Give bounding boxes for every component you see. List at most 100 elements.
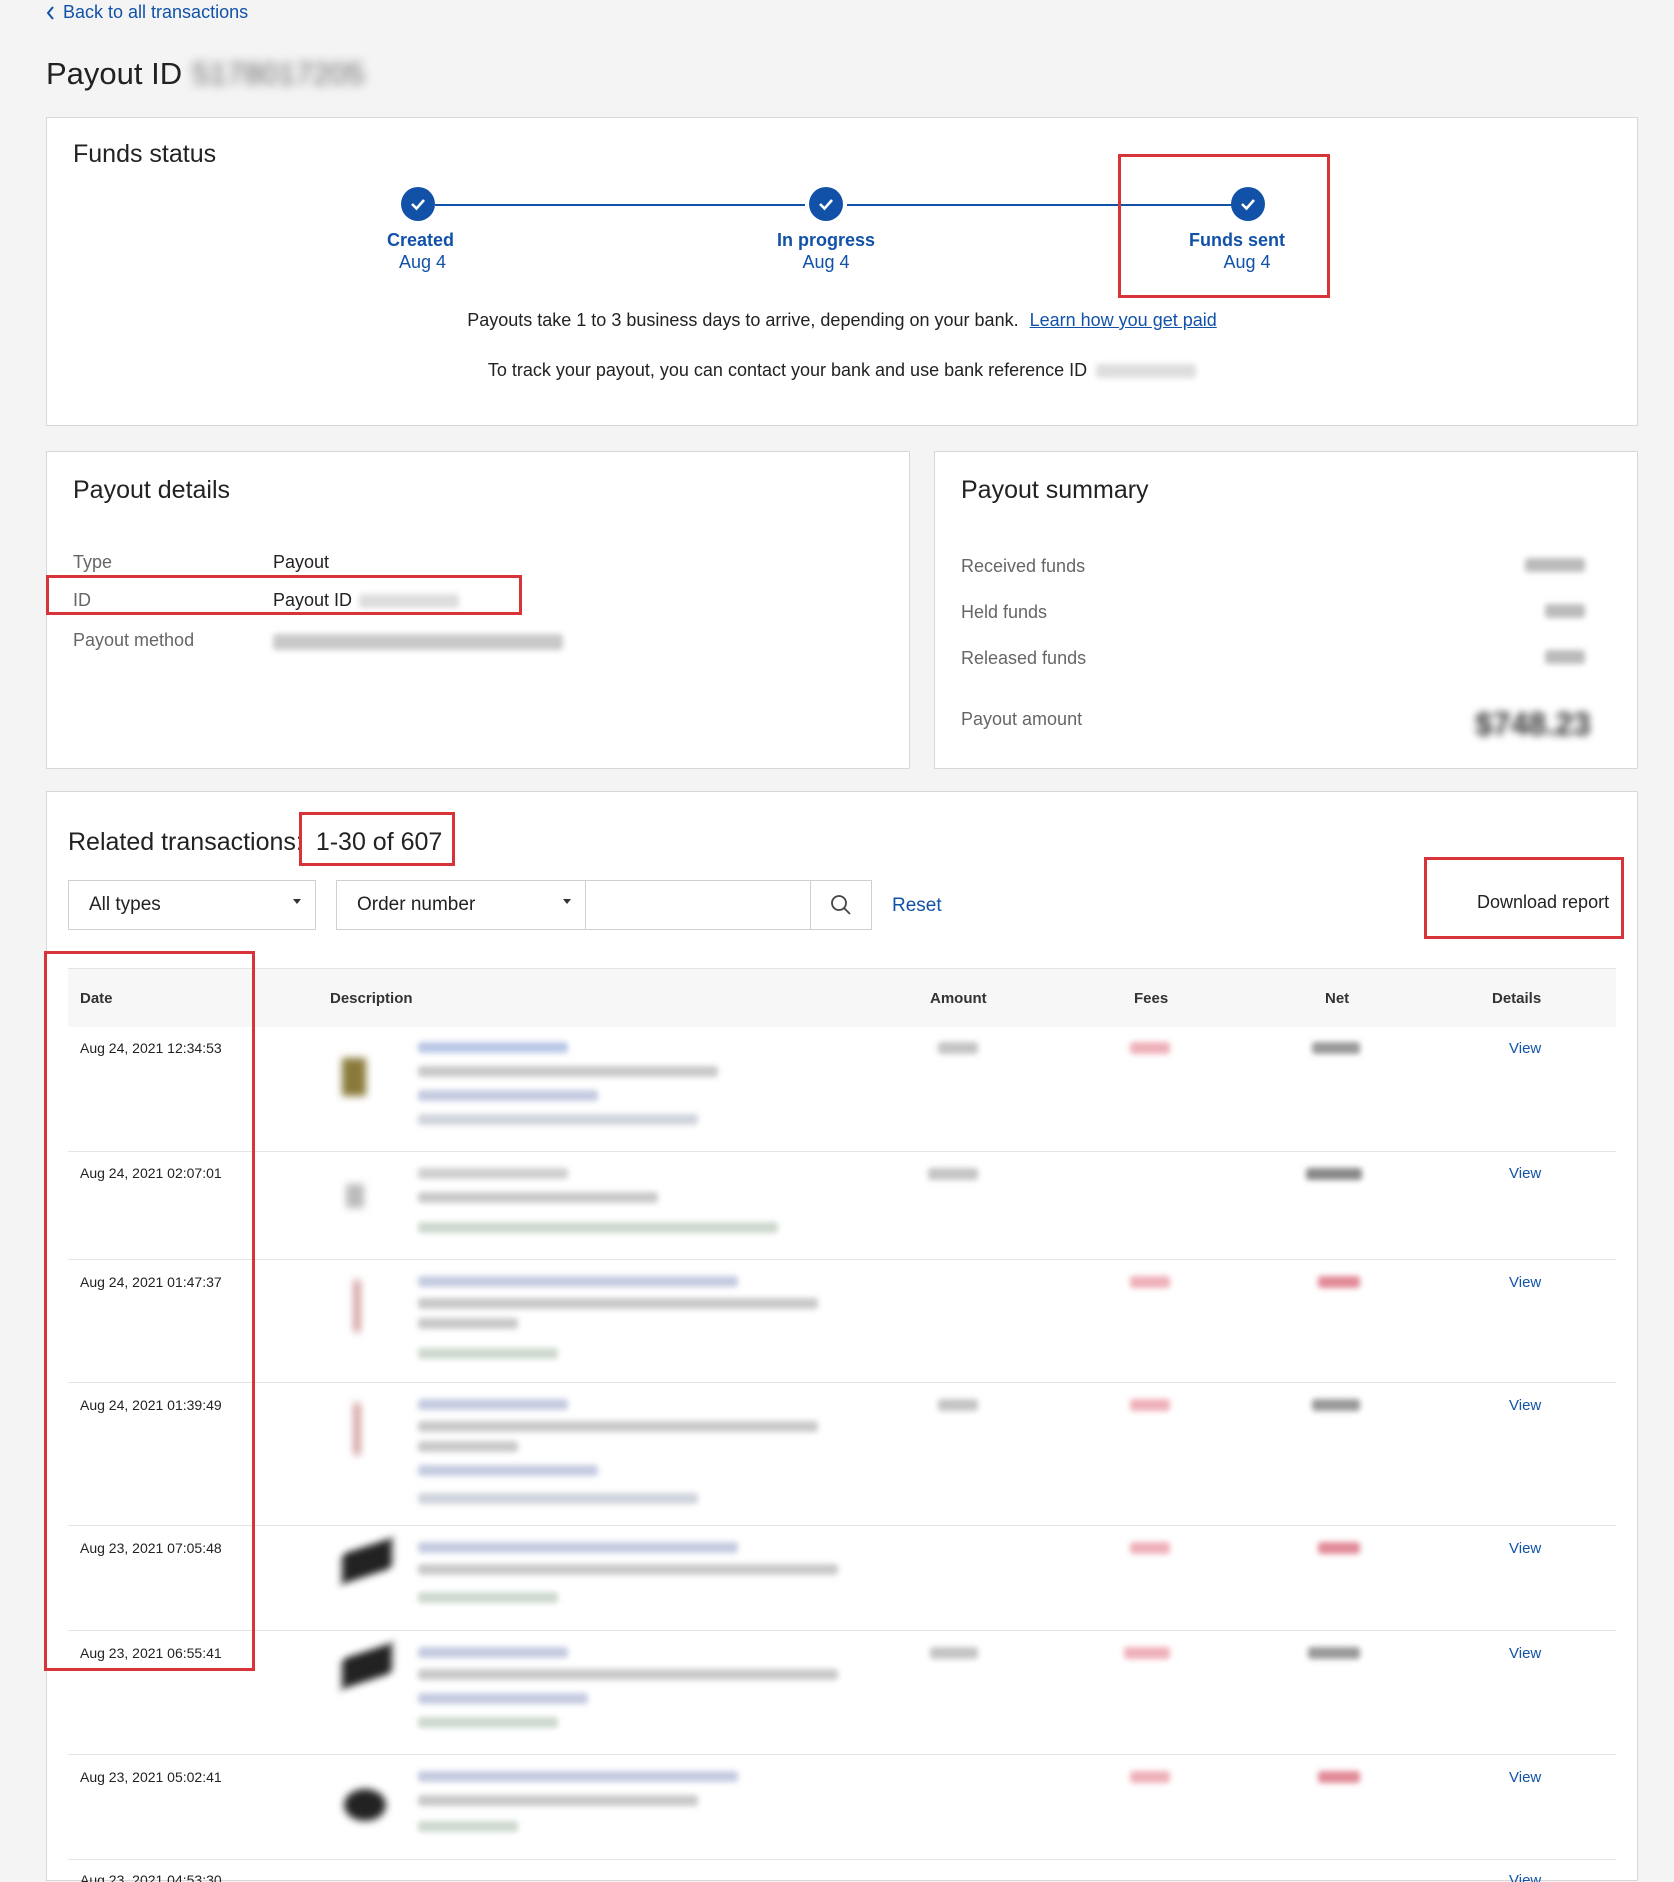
view-link[interactable]: View xyxy=(1509,1274,1541,1291)
fees-blurred xyxy=(1124,1647,1170,1659)
search-input[interactable] xyxy=(585,880,813,930)
payout-id-redacted: 5178017205 xyxy=(192,56,365,91)
item-thumbnail xyxy=(346,1184,364,1208)
highlight-download-report xyxy=(1424,857,1624,939)
table-header xyxy=(68,968,1616,1027)
back-link-label: Back to all transactions xyxy=(63,2,249,22)
step-connector xyxy=(435,204,805,206)
item-thumbnail xyxy=(342,1537,392,1585)
item-thumbnail xyxy=(342,1058,366,1096)
description-blurred xyxy=(418,1276,738,1287)
view-link[interactable]: View xyxy=(1509,1397,1541,1414)
payout-method-label: Payout method xyxy=(73,630,195,650)
row-date: Aug 23, 2021 05:02:41 xyxy=(80,1769,222,1785)
received-funds-redacted xyxy=(1525,558,1585,572)
net-blurred xyxy=(1318,1276,1360,1288)
net-blurred xyxy=(1312,1042,1360,1054)
step-in-progress-date: Aug 4 xyxy=(802,252,850,272)
type-label: Type xyxy=(73,552,113,572)
net-blurred xyxy=(1318,1542,1360,1554)
page-title: Payout ID 5178017205 xyxy=(46,56,365,91)
payout-amount-label: Payout amount xyxy=(961,709,1083,729)
released-funds-label: Released funds xyxy=(961,648,1087,668)
table-row: Aug 24, 2021 12:34:53 View xyxy=(68,1026,1616,1151)
highlight-range xyxy=(299,812,455,866)
view-link[interactable]: View xyxy=(1509,1165,1541,1182)
held-funds-label: Held funds xyxy=(961,602,1048,622)
caret-down-icon xyxy=(563,899,571,904)
description-blurred xyxy=(418,1421,818,1432)
view-link[interactable]: View xyxy=(1509,1769,1541,1786)
amount-blurred xyxy=(928,1168,978,1180)
step-created-check-icon xyxy=(401,187,435,221)
funds-status-title: Funds status xyxy=(73,140,217,168)
payout-method-redacted xyxy=(273,634,563,650)
description-blurred xyxy=(418,1168,568,1179)
description-blurred xyxy=(418,1465,598,1476)
description-blurred xyxy=(418,1298,818,1309)
fees-blurred xyxy=(1130,1399,1170,1411)
payout-timing-message: Payouts take 1 to 3 business days to arr… xyxy=(467,310,1217,330)
back-link[interactable]: Back to all transactions xyxy=(46,2,248,23)
fees-blurred xyxy=(1130,1276,1170,1288)
item-thumbnail xyxy=(354,1403,360,1455)
net-blurred xyxy=(1306,1168,1362,1180)
view-link[interactable]: View xyxy=(1509,1040,1541,1057)
net-blurred xyxy=(1312,1399,1360,1411)
description-blurred xyxy=(418,1592,558,1603)
view-link[interactable]: View xyxy=(1509,1872,1541,1882)
released-funds-redacted xyxy=(1545,650,1585,664)
type-value: Payout xyxy=(273,552,330,572)
received-funds-label: Received funds xyxy=(961,556,1086,576)
description-blurred xyxy=(418,1318,518,1329)
item-thumbnail xyxy=(354,1280,360,1332)
view-link[interactable]: View xyxy=(1509,1540,1541,1557)
fees-blurred xyxy=(1130,1542,1170,1554)
description-blurred xyxy=(418,1042,568,1053)
search-field-select[interactable]: Order number xyxy=(336,880,586,930)
description-blurred xyxy=(418,1542,738,1553)
highlight-funds-sent xyxy=(1118,154,1330,298)
table-row: Aug 23, 2021 06:55:41 View xyxy=(68,1631,1616,1754)
description-blurred xyxy=(418,1771,738,1782)
description-blurred xyxy=(418,1441,518,1452)
column-description: Description xyxy=(330,990,413,1007)
table-row: Aug 24, 2021 02:07:01 View xyxy=(68,1152,1616,1259)
search-button[interactable] xyxy=(810,880,872,930)
highlight-date-column xyxy=(44,951,255,1671)
column-amount: Amount xyxy=(930,990,987,1007)
description-blurred xyxy=(418,1066,718,1077)
description-blurred xyxy=(418,1669,838,1680)
view-link[interactable]: View xyxy=(1509,1645,1541,1662)
related-transactions-card: Related transactions: 1-30 of 607 All ty… xyxy=(46,791,1638,1882)
description-blurred xyxy=(418,1192,658,1203)
net-blurred xyxy=(1308,1647,1360,1659)
fees-blurred xyxy=(1130,1042,1170,1054)
column-net: Net xyxy=(1325,990,1350,1007)
table-row: Aug 23, 2021 07:05:48 View xyxy=(68,1526,1616,1630)
learn-how-you-get-paid-link[interactable]: Learn how you get paid xyxy=(1030,310,1217,330)
description-blurred xyxy=(418,1399,568,1410)
table-row: Aug 23, 2021 05:02:41 View xyxy=(68,1755,1616,1859)
highlight-id-row xyxy=(46,575,522,615)
funds-status-card: Funds status Created Aug 4 In progress A… xyxy=(46,117,1638,426)
fees-blurred xyxy=(1130,1771,1170,1783)
description-blurred xyxy=(418,1693,588,1704)
description-blurred xyxy=(418,1795,698,1806)
payout-summary-card: Payout summary Received funds Held funds… xyxy=(934,451,1638,769)
step-created-date: Aug 4 xyxy=(399,252,447,272)
payout-amount-redacted: $748.23 xyxy=(1475,706,1591,742)
description-blurred xyxy=(418,1090,598,1101)
search-icon xyxy=(831,895,851,915)
type-filter-select[interactable]: All types xyxy=(68,880,316,930)
net-blurred xyxy=(1318,1771,1360,1783)
step-created-label: Created xyxy=(387,230,455,250)
bank-reference-redacted xyxy=(1096,364,1197,379)
payout-details-title: Payout details xyxy=(73,476,231,504)
table-row: Aug 24, 2021 01:47:37 View xyxy=(68,1260,1616,1382)
description-blurred xyxy=(418,1647,568,1658)
reset-link[interactable]: Reset xyxy=(892,895,942,917)
amount-blurred xyxy=(930,1647,978,1659)
description-blurred xyxy=(418,1222,778,1233)
description-blurred xyxy=(418,1564,838,1575)
